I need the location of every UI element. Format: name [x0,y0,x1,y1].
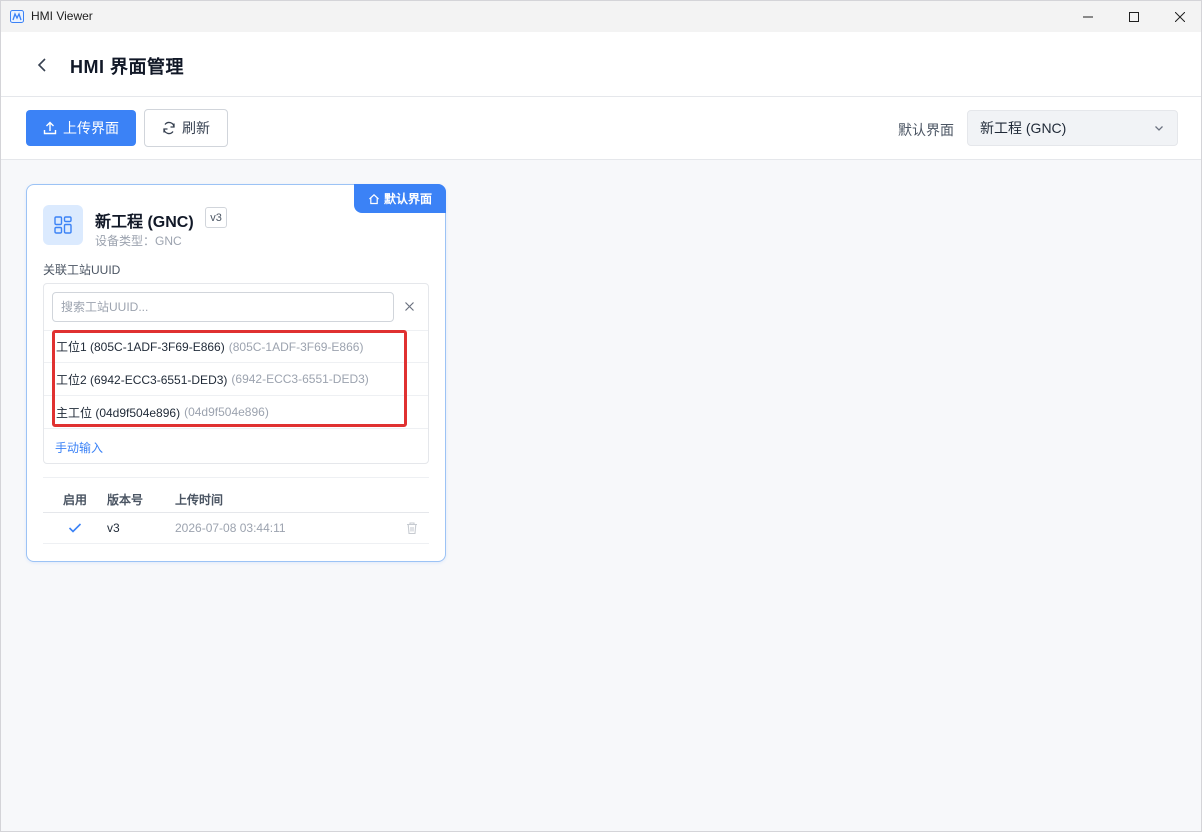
close-icon [1175,11,1185,22]
upload-time-cell: 2026-07-08 03:44:11 [175,521,286,535]
uuid-option[interactable]: 主工位 (04d9f504e896) (04d9f504e896) [44,396,428,429]
table-row: v3 2026-07-08 03:44:11 [43,513,429,544]
default-interface-label: 默认界面 [898,122,954,138]
default-badge-label: 默认界面 [383,192,432,206]
delete-icon[interactable] [405,521,419,535]
chevron-left-icon [37,58,46,72]
header-version: 版本号 [107,493,144,507]
upload-icon [43,121,57,135]
app-logo-icon [10,10,24,23]
section-divider [43,477,429,478]
upload-label: 上传界面 [63,120,119,136]
upload-button[interactable]: 上传界面 [26,110,136,146]
uuid-option-id: (805C-1ADF-3F69-E866) [228,339,364,354]
uuid-option-label: 主工位 (04d9f504e896) [56,405,181,420]
refresh-icon [163,121,175,135]
manual-input-link[interactable]: 手动输入 [55,439,103,456]
header-enable: 启用 [63,493,88,507]
version-cell: v3 [107,521,120,535]
device-type: 设备类型：GNC [95,234,182,248]
check-icon [68,523,82,533]
uuid-option-label: 工位2 (6942-ECC3-6551-DED3) [56,372,228,387]
title-bar: HMI Viewer [1,1,1201,32]
default-badge: 默认界面 [354,184,446,213]
uuid-option-id: (6942-ECC3-6551-DED3) [231,372,369,386]
refresh-label: 刷新 [182,120,210,136]
refresh-button[interactable]: 刷新 [144,109,228,147]
back-button[interactable] [31,54,53,76]
uuid-option-id: (04d9f504e896) [184,405,269,419]
uuid-dropdown-panel: 工位1 (805C-1ADF-3F69-E866) (805C-1ADF-3F6… [43,283,429,464]
table-header: 启用 版本号 上传时间 [43,487,429,513]
maximize-button[interactable] [1111,1,1157,32]
version-table: 启用 版本号 上传时间 v3 2026-07-08 03:44:11 [43,487,429,544]
uuid-option[interactable]: 工位2 (6942-ECC3-6551-DED3) (6942-ECC3-655… [44,363,428,396]
version-tag: v3 [205,207,227,228]
close-window-button[interactable] [1157,1,1201,32]
default-interface-value: 新工程 (GNC) [980,120,1067,136]
page-header: HMI 界面管理 [1,32,1201,97]
clear-search-button[interactable] [402,299,416,313]
window-title: HMI Viewer [31,9,93,23]
uuid-search-input[interactable] [52,292,394,322]
uuid-option-list: 工位1 (805C-1ADF-3F69-E866) (805C-1ADF-3F6… [44,330,428,429]
maximize-icon [1129,11,1139,22]
uuid-label: 关联工站UUID [43,263,121,277]
default-interface-select[interactable]: 新工程 (GNC) [967,110,1178,146]
card-title: 新工程 (GNC) [95,214,194,231]
dashboard-icon [43,205,83,245]
header-upload-time: 上传时间 [175,493,224,507]
uuid-option-label: 工位1 (805C-1ADF-3F69-E866) [56,340,225,354]
enabled-cell[interactable] [43,522,107,534]
chevron-down-icon [1155,126,1163,131]
uuid-option[interactable]: 工位1 (805C-1ADF-3F69-E866) (805C-1ADF-3F6… [44,330,428,363]
hmi-card: 默认界面 新工程 (GNC) v3 设备类型：GNC 关联工站UUID 工位1 … [26,184,446,562]
app-window: HMI Viewer HMI 界面管理 上传界面 刷新 默认界面 新工程 (GN… [0,0,1202,832]
minimize-icon [1083,16,1093,17]
close-icon [404,301,414,311]
toolbar: 上传界面 刷新 默认界面 新工程 (GNC) [1,97,1201,160]
minimize-button[interactable] [1065,1,1111,32]
home-icon [369,193,379,204]
page-title: HMI 界面管理 [70,57,184,77]
